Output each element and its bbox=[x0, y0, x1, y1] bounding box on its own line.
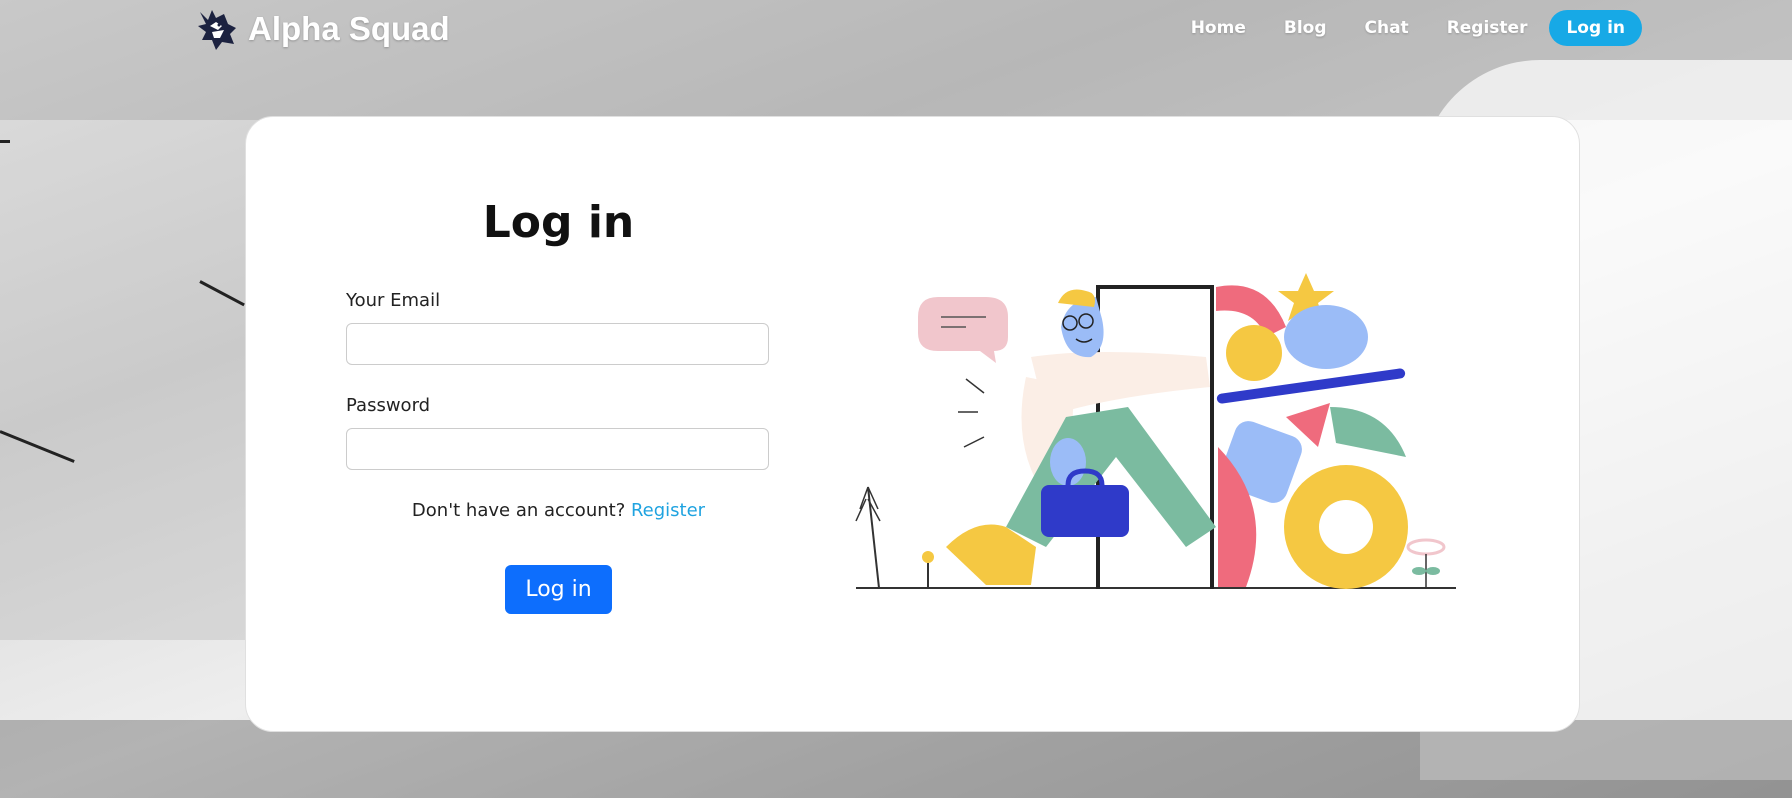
nav-chat[interactable]: Chat bbox=[1365, 18, 1409, 38]
register-prompt-text: Don't have an account? bbox=[411, 500, 631, 521]
top-navbar: Alpha Squad Home Blog Chat Register Log … bbox=[0, 0, 1792, 56]
email-label: Your Email bbox=[346, 290, 441, 311]
nav-links: Home Blog Chat Register Log in bbox=[1153, 10, 1642, 46]
nav-home[interactable]: Home bbox=[1191, 18, 1246, 38]
login-submit-button[interactable]: Log in bbox=[505, 565, 612, 614]
email-field[interactable] bbox=[346, 323, 769, 365]
password-field[interactable] bbox=[346, 428, 769, 470]
brand[interactable]: Alpha Squad bbox=[194, 6, 450, 52]
password-label: Password bbox=[346, 395, 431, 416]
nav-login-button[interactable]: Log in bbox=[1549, 10, 1642, 46]
register-link[interactable]: Register bbox=[631, 500, 705, 521]
submit-wrapper: Log in bbox=[346, 565, 771, 614]
person-through-door-illustration bbox=[855, 273, 1456, 589]
login-card: Log in Your Email Password Don't have an… bbox=[245, 116, 1580, 732]
nav-register[interactable]: Register bbox=[1447, 18, 1528, 38]
page-title: Log in bbox=[482, 197, 635, 248]
login-form: Log in Your Email Password Don't have an… bbox=[346, 197, 771, 614]
brand-name: Alpha Squad bbox=[248, 10, 450, 47]
nav-blog[interactable]: Blog bbox=[1284, 18, 1327, 38]
register-prompt: Don't have an account? Register bbox=[346, 500, 771, 521]
wolf-logo-icon bbox=[198, 10, 236, 50]
